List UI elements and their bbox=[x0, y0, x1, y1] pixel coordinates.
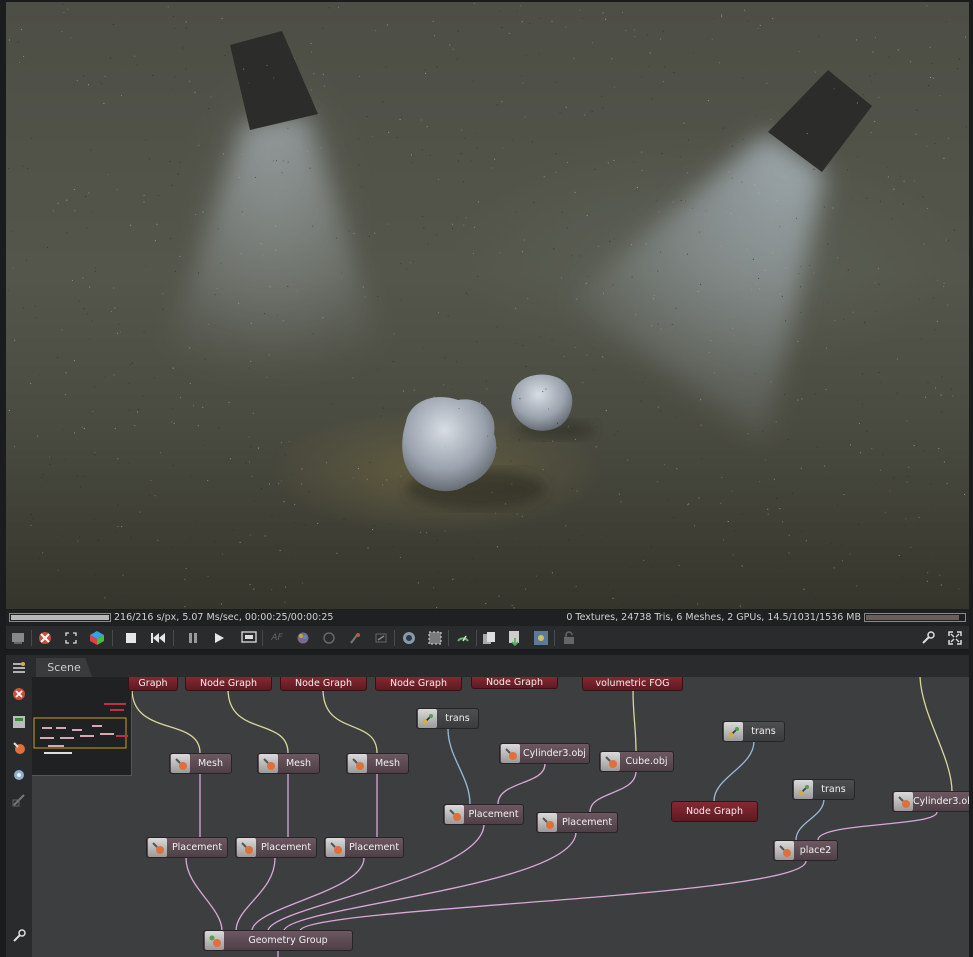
node-trans-3[interactable]: trans bbox=[792, 779, 855, 800]
region-select-icon[interactable] bbox=[426, 629, 444, 647]
render-stats-text: 216/216 s/px, 5.07 Ms/sec, 00:00:25/00:0… bbox=[114, 612, 334, 623]
camera-view-icon[interactable] bbox=[400, 629, 418, 647]
node-graph-canvas[interactable]: Graph Node Graph Node Graph Node Graph N… bbox=[32, 677, 969, 957]
stop-icon[interactable] bbox=[122, 629, 140, 647]
pick-material-icon[interactable] bbox=[372, 629, 390, 647]
left-spotlight-cone bbox=[230, 31, 318, 130]
node-placement-2[interactable]: Placement bbox=[235, 837, 317, 858]
node-graph-3[interactable]: Node Graph bbox=[375, 677, 462, 691]
node-graph-partial[interactable]: Graph bbox=[128, 677, 178, 691]
node-cylinder3-obj-2[interactable]: Cylinder3.obj bbox=[892, 791, 969, 812]
screenshot-icon[interactable] bbox=[9, 629, 27, 647]
render-status-bar: 216/216 s/px, 5.07 Ms/sec, 00:00:25/00:0… bbox=[6, 610, 969, 626]
node-volumetric-fog[interactable]: volumetric FOG bbox=[582, 677, 683, 691]
node-placement-3[interactable]: Placement bbox=[324, 837, 404, 858]
mesh-node-icon bbox=[348, 754, 367, 773]
pick-focus-icon[interactable] bbox=[346, 629, 364, 647]
texture-node-icon[interactable] bbox=[10, 765, 28, 783]
pause-icon[interactable] bbox=[184, 629, 202, 647]
node-graph-4[interactable]: Node Graph bbox=[471, 677, 558, 689]
aperture-icon[interactable] bbox=[320, 629, 338, 647]
memory-usage-fill bbox=[866, 615, 960, 620]
transform-node-icon bbox=[418, 709, 437, 728]
wrench-icon[interactable] bbox=[919, 629, 937, 647]
export-icon[interactable] bbox=[506, 629, 524, 647]
node-graph-minimap[interactable] bbox=[32, 677, 132, 776]
node-placement-1[interactable]: Placement bbox=[146, 837, 228, 858]
image-settings-icon[interactable] bbox=[532, 629, 550, 647]
render-progress-bar bbox=[9, 613, 111, 622]
render-image bbox=[7, 3, 967, 609]
restart-icon[interactable] bbox=[149, 629, 167, 647]
node-placement-4[interactable]: Placement bbox=[443, 804, 524, 825]
node-graph-mid[interactable]: Node Graph bbox=[671, 801, 758, 822]
node-trans-1[interactable]: trans bbox=[416, 708, 479, 729]
render-toolbar: AF bbox=[6, 626, 969, 650]
placement-node-icon bbox=[148, 838, 167, 857]
placement-node-icon bbox=[326, 838, 345, 857]
viewport-settings-icon[interactable] bbox=[454, 629, 472, 647]
node-list-icon[interactable] bbox=[10, 659, 28, 677]
placement-node-icon bbox=[237, 838, 256, 857]
render-region-icon[interactable] bbox=[240, 629, 258, 647]
settings-wrench-icon[interactable] bbox=[10, 927, 28, 945]
scene-stats-text: 0 Textures, 24738 Tris, 6 Meshes, 2 GPUs… bbox=[566, 612, 861, 623]
node-mesh-2[interactable]: Mesh bbox=[257, 753, 320, 774]
node-cube-obj[interactable]: Cube.obj bbox=[599, 751, 674, 772]
copy-icon[interactable] bbox=[480, 629, 498, 647]
transform-node-icon bbox=[794, 780, 813, 799]
node-editor-tabs: Scene bbox=[32, 655, 969, 677]
material-node-icon[interactable] bbox=[10, 739, 28, 757]
small-blob-object bbox=[511, 374, 573, 431]
node-graph-2[interactable]: Node Graph bbox=[280, 677, 367, 691]
fit-view-icon[interactable] bbox=[62, 629, 80, 647]
right-light-beam bbox=[566, 132, 826, 442]
node-place2[interactable]: place2 bbox=[773, 840, 838, 861]
render-progress-fill bbox=[11, 615, 109, 620]
color-cube-icon[interactable] bbox=[88, 629, 106, 647]
play-icon[interactable] bbox=[210, 629, 228, 647]
group-node-icon bbox=[205, 931, 224, 950]
color-wheel-icon[interactable] bbox=[294, 629, 312, 647]
lock-icon[interactable] bbox=[560, 629, 578, 647]
delete-node-icon[interactable] bbox=[10, 685, 28, 703]
placement-node-icon bbox=[775, 841, 794, 860]
node-editor-toolbar bbox=[6, 655, 32, 957]
node-graph-1[interactable]: Node Graph bbox=[185, 677, 272, 691]
mesh-node-icon bbox=[601, 752, 620, 771]
memory-usage-bar bbox=[864, 613, 966, 622]
node-cylinder3-obj[interactable]: Cylinder3.obj bbox=[499, 743, 590, 764]
transform-node-icon bbox=[724, 722, 743, 741]
mesh-node-icon bbox=[259, 754, 278, 773]
placement-node-icon bbox=[538, 813, 557, 832]
node-geometry-group[interactable]: Geometry Group bbox=[203, 930, 353, 951]
add-node-icon[interactable] bbox=[10, 713, 28, 731]
af-toggle[interactable]: AF bbox=[268, 629, 286, 647]
tab-scene[interactable]: Scene bbox=[36, 658, 92, 677]
mesh-node-icon bbox=[894, 792, 913, 811]
placement-node-icon bbox=[445, 805, 464, 824]
node-placement-5[interactable]: Placement bbox=[536, 812, 618, 833]
clear-render-icon[interactable] bbox=[36, 629, 54, 647]
paint-node-icon[interactable] bbox=[10, 791, 28, 809]
mesh-node-icon bbox=[501, 744, 520, 763]
node-mesh-3[interactable]: Mesh bbox=[346, 753, 409, 774]
render-viewport[interactable] bbox=[6, 2, 969, 609]
node-trans-2[interactable]: trans bbox=[722, 721, 785, 742]
node-mesh-1[interactable]: Mesh bbox=[169, 753, 232, 774]
fullscreen-icon[interactable] bbox=[946, 629, 964, 647]
mesh-node-icon bbox=[171, 754, 190, 773]
left-light-beam bbox=[156, 114, 386, 382]
